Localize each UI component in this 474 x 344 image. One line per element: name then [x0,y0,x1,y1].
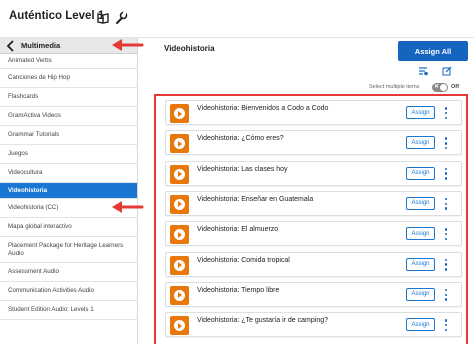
assign-button[interactable]: Assign [406,166,435,180]
toggle-state-label: Off [451,84,459,90]
sidebar-item-gramactiva-videos[interactable]: GramActiva Videos [0,107,137,126]
sidebar-item-grammar-tutorials[interactable]: Grammar Tutorials [0,126,137,145]
list-item-title[interactable]: Videohistoria: Enseñar en Guatemala [197,196,313,203]
sidebar-item-flashcards[interactable]: Flashcards [0,88,137,107]
list-item-title[interactable]: Videohistoria: Las clases hoy [197,166,288,173]
sidebar-item-animated-verbs[interactable]: Animated Verbs [0,54,137,69]
wrench-icon[interactable] [114,11,128,25]
annotation-arrow-icon [112,201,144,213]
assign-button[interactable]: Assign [406,318,435,332]
play-icon[interactable] [170,316,189,336]
play-icon[interactable] [170,104,189,123]
play-icon[interactable] [170,285,189,305]
assign-button[interactable]: Assign [406,106,435,119]
assign-button[interactable]: Assign [406,257,435,271]
edit-icon[interactable] [442,66,452,76]
more-options-icon[interactable] [444,137,448,150]
sidebar-header-label: Multimedia [21,41,61,50]
more-options-icon[interactable] [444,197,448,210]
assign-button[interactable]: Assign [406,287,435,301]
page-title: Videohistoria [164,44,215,53]
chevron-left-icon [6,39,14,52]
list-item[interactable]: Videohistoria: ¿Te gustaría ir de campin… [165,312,462,338]
assign-button[interactable]: Assign [406,227,435,241]
play-icon[interactable] [170,134,189,154]
video-list: Videohistoria: Bienvenidos a Codo a Codo… [154,94,468,344]
list-item[interactable]: Videohistoria: Comida tropical Assign [165,251,462,277]
more-options-icon[interactable] [444,319,448,332]
list-item-title[interactable]: Videohistoria: Bienvenidos a Codo a Codo [197,105,328,112]
play-icon[interactable] [170,225,189,245]
list-item[interactable]: Videohistoria: ¿Cómo eres? Assign [165,130,462,156]
assign-button[interactable]: Assign [406,136,435,150]
sidebar-item-juegos[interactable]: Juegos [0,145,137,164]
list-item-title[interactable]: Videohistoria: Comida tropical [197,257,290,264]
more-options-icon[interactable] [444,107,448,119]
select-multiple-toggle[interactable]: ✕ [432,83,448,92]
list-item[interactable]: Videohistoria: Tiempo libre Assign [165,281,462,307]
list-item-title[interactable]: Videohistoria: ¿Te gustaría ir de campin… [197,317,328,324]
list-item[interactable]: Videohistoria: El almuerzo Assign [165,221,462,247]
play-icon[interactable] [170,194,189,214]
list-item-title[interactable]: Videohistoria: El almuerzo [197,226,278,233]
sidebar-item-mapa-global-interactivo[interactable]: Mapa global interactivo [0,218,137,237]
assign-button[interactable]: Assign [406,196,435,210]
play-icon[interactable] [170,255,189,275]
list-item-title[interactable]: Videohistoria: ¿Cómo eres? [197,135,284,142]
toggle-knob [440,84,447,91]
sidebar-item-assessment-audio[interactable]: Assessment Audio [0,263,137,282]
play-icon[interactable] [170,164,189,184]
list-item[interactable]: Videohistoria: Las clases hoy Assign [165,160,462,186]
assign-all-button[interactable]: Assign All [398,41,468,61]
sidebar-item-videocultura[interactable]: Videocultura [0,164,137,183]
top-bar: Auténtico Level 1 [0,0,474,38]
sidebar-item-placement-package-for-heritage-learners-audio[interactable]: Placement Package for Heritage Learners … [0,237,137,263]
more-options-icon[interactable] [444,288,448,301]
more-options-icon[interactable] [444,228,448,241]
more-options-icon[interactable] [444,258,448,271]
sidebar: Multimedia Animated Verbs Canciones de Hi… [0,38,138,344]
app-title: Auténtico Level 1 [9,10,105,22]
book-icon[interactable] [96,11,110,25]
list-item[interactable]: Videohistoria: Bienvenidos a Codo a Codo… [165,100,462,125]
filter-settings-icon[interactable] [418,66,428,76]
sidebar-list: Animated Verbs Canciones de Hip Hop Flashc… [0,54,137,320]
more-options-icon[interactable] [444,167,448,180]
annotation-arrow-icon [112,39,144,51]
sidebar-item-videohistoria[interactable]: Videohistoria [0,183,137,199]
sidebar-item-student-edition-audio-levels-1[interactable]: Student Edition Audio: Levels 1 [0,301,137,320]
sidebar-item-communication-activities-audio[interactable]: Communication Activities Audio [0,282,137,301]
select-multiple-label: Select multiple items [369,84,420,90]
sidebar-item-canciones-de-hip-hop[interactable]: Canciones de Hip Hop [0,69,137,88]
toggle-x-icon: ✕ [434,84,440,90]
list-item-title[interactable]: Videohistoria: Tiempo libre [197,287,279,294]
list-item[interactable]: Videohistoria: Enseñar en Guatemala Assig… [165,190,462,216]
